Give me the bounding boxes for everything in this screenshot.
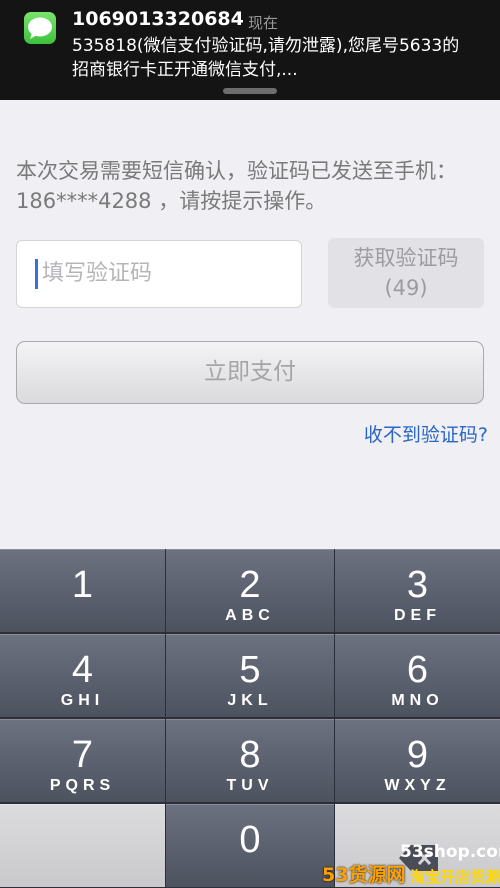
key-digit: 2 (239, 564, 261, 606)
numeric-keypad: 1 2 ABC 3 DEF 4 GHI 5 JKL 6 MNO 7 PQRS 8… (0, 549, 500, 888)
notification-message: 535818(微信支付验证码,请勿泄露),您尾号5633的招商银行卡正开通微信支… (72, 36, 460, 80)
key-4[interactable]: 4 GHI (0, 634, 165, 717)
watermark-url: 53shop.com (400, 842, 500, 862)
key-digit: 8 (239, 734, 261, 776)
key-3[interactable]: 3 DEF (335, 549, 500, 632)
key-digit: 1 (71, 564, 94, 606)
verification-code-input[interactable]: 填写验证码 (16, 240, 302, 308)
key-letters: MNO (391, 692, 444, 709)
key-6[interactable]: 6 MNO (335, 634, 500, 717)
key-8[interactable]: 8 TUV (166, 719, 334, 802)
key-digit: 7 (71, 734, 94, 776)
get-code-countdown: (49) (384, 276, 428, 300)
pay-now-button[interactable]: 立即支付 (16, 341, 484, 404)
key-9[interactable]: 9 WXYZ (335, 719, 500, 802)
key-2[interactable]: 2 ABC (166, 549, 334, 632)
get-code-button[interactable]: 获取验证码 (49) (328, 238, 484, 308)
key-digit: 6 (406, 649, 429, 691)
key-1[interactable]: 1 (0, 549, 165, 632)
key-digit: 5 (239, 649, 261, 691)
key-letters: DEF (394, 607, 441, 624)
key-letters: PQRS (49, 777, 116, 794)
no-code-received-link[interactable]: 收不到验证码? (364, 420, 488, 447)
banner-grabber-handle[interactable] (223, 88, 277, 94)
get-code-label: 获取验证码 (353, 246, 459, 270)
key-0[interactable]: 0 (166, 804, 334, 887)
watermark-tag: 淘宝开店货源 (410, 868, 500, 886)
key-letters: GHI (60, 692, 105, 709)
key-letters: TUV (226, 777, 274, 794)
watermark-logo: 53shop.com 53货源网 淘宝开店货源 (322, 842, 500, 888)
key-digit: 4 (71, 649, 94, 691)
watermark-brand: 53货源网 (322, 864, 406, 886)
key-letters: ABC (225, 607, 275, 624)
key-letters: JKL (227, 692, 273, 709)
sms-notification-banner[interactable]: 1069013320684 现在 535818(微信支付验证码,请勿泄露),您尾… (0, 0, 500, 100)
key-blank (0, 804, 165, 887)
key-digit: 9 (406, 734, 429, 776)
sms-confirmation-info: 本次交易需要短信确认，验证码已发送至手机：186****4288 ，请按提示操作… (16, 159, 457, 213)
notification-sender: 1069013320684 (72, 8, 244, 30)
code-input-placeholder: 填写验证码 (42, 261, 153, 286)
messages-app-icon (24, 12, 56, 44)
text-caret (35, 259, 38, 289)
key-digit: 3 (406, 564, 429, 606)
key-5[interactable]: 5 JKL (166, 634, 334, 717)
key-digit: 0 (239, 819, 261, 861)
key-letters: WXYZ (384, 777, 451, 794)
key-7[interactable]: 7 PQRS (0, 719, 165, 802)
notification-time: 现在 (248, 14, 279, 32)
